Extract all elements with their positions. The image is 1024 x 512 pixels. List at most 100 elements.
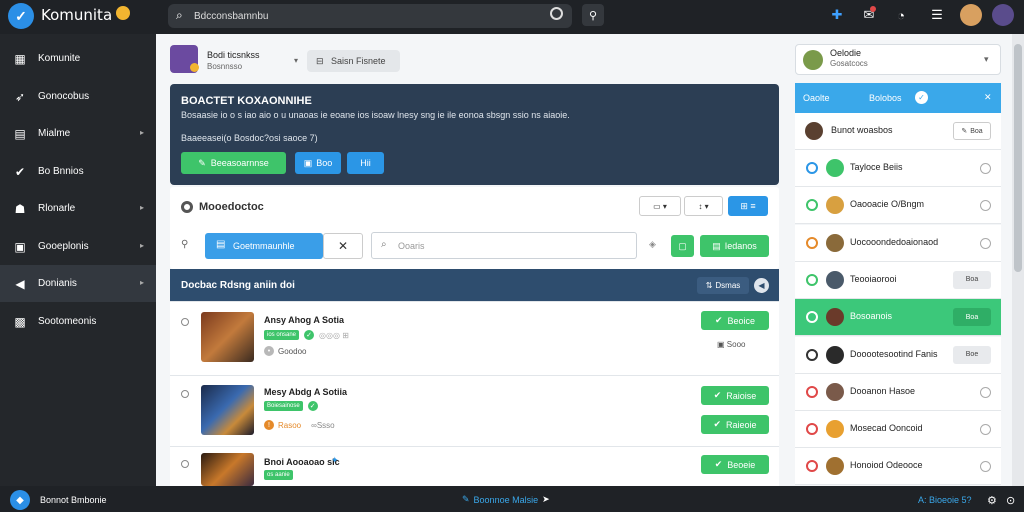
app-logo-icon[interactable]: ✓ [8,3,34,29]
row-title[interactable]: Bnoi Aooaoao sic [264,457,340,467]
row-title[interactable]: Mesy Abdg A Sotiia [264,387,347,397]
rating-icons: ◎◎◎ ⊞ [319,330,349,340]
filter-action-button[interactable]: ⊞ ≡ [728,196,768,216]
sort-button[interactable]: ↕ ▾ [684,196,723,216]
user-avatar[interactable] [960,4,982,26]
plus-icon: ▤ [712,240,721,251]
row-meta: ! Rasoo ∞ Ssso [264,420,335,430]
scrollbar-thumb[interactable] [1014,44,1022,272]
sidebar-item[interactable]: ▩ Sootomeonis [0,303,156,340]
right-list-item[interactable]: Oaooacie O/Bngm [795,187,1001,225]
right-item-radio[interactable] [980,163,991,174]
secondary-avatar[interactable] [992,4,1014,26]
row-action-button[interactable]: ✔ Beoeie [701,455,769,474]
list-sort-button[interactable]: ⇅ Dsmas [697,277,749,294]
right-list-item[interactable]: Honoiod Odeooce [795,448,1001,486]
user-switcher-name: Oelodie [830,48,862,58]
list-item[interactable] [170,375,779,446]
right-item-button[interactable]: ✎ Boa [953,122,991,140]
close-icon[interactable]: ✕ [984,92,992,103]
section-search-input[interactable]: Ooaris [371,232,637,259]
tag-icon[interactable]: ◈ [649,239,656,250]
right-item-label: Dooanon Hasoe [850,385,916,396]
file-icon: ▣ [303,157,313,168]
right-item-label: Honoiod Odeooce [850,460,923,471]
right-item-button[interactable]: Boa [953,270,991,289]
sidebar-item[interactable]: ▣ Gooeplonis ▸ [0,228,156,265]
row-title[interactable]: Ansy Ahog A Sotia [264,315,344,325]
bottom-right-label[interactable]: A: Bioeoie 5? [918,495,972,505]
edit-icon: ✎ [961,128,968,135]
chevron-down-icon[interactable]: ▾ [984,54,989,65]
puzzle-icon[interactable]: ✚ [828,6,846,24]
right-item-radio[interactable] [980,386,991,398]
sidebar-item[interactable]: ➶ Gonocobus [0,78,156,115]
hero-secondary-button[interactable]: ▣ Boo [295,152,341,174]
row-tags: ios onsane ✓ ◎◎◎ ⊞ [264,330,349,340]
add-button[interactable]: ▤ Iedanos [700,235,769,257]
sidebar-item[interactable]: ☗ Rlonarle ▸ [0,190,156,227]
row-action-button[interactable]: ✔ Raioise [701,386,769,405]
tab-right[interactable]: Bolobos [869,93,902,103]
row-action-label: Beoeie [727,459,756,470]
right-item-button[interactable]: Boa [953,308,991,327]
right-item-radio[interactable] [980,461,991,473]
list-icon[interactable]: ☰ [928,6,946,24]
grid-view-button[interactable]: ▢ [671,235,694,257]
sidebar-item[interactable]: ▦ Komunite [0,40,156,77]
right-list-item[interactable]: Mosecad Ooncoid [795,411,1001,449]
right-list-item[interactable]: Bunot woasbos ✎ Boa [795,113,1001,150]
settings-icon[interactable]: ⚙ [987,494,997,507]
row-radio[interactable] [181,318,189,326]
right-list-item[interactable]: Dooootesootind Fanis Boe [795,336,1001,374]
stack-icon: ▤ [14,127,26,141]
status-dot-icon [806,311,818,324]
right-list-item[interactable]: Uocooondedoaionaod [795,224,1001,262]
row-action-button[interactable]: ✔ Beoice [701,311,769,330]
row-radio[interactable] [181,390,189,398]
row-meta: • Goodoo [264,346,306,356]
check-icon: ✔ [14,164,26,179]
search-input[interactable]: Bdcconsbamnbu [168,4,572,28]
hero-primary-button[interactable]: ✎ Beeasoarnnse [181,152,286,174]
list-item[interactable] [170,301,779,375]
chat-icon[interactable]: ◔ [892,6,910,24]
right-list-item[interactable]: Teooiaorooi Boa [795,261,1001,299]
row-thumbnail[interactable] [201,312,254,362]
search-clear-icon[interactable] [550,7,563,20]
search-placeholder: Ooaris [398,240,425,251]
collapse-icon[interactable]: ◀ [754,278,769,293]
bottom-logo-icon[interactable]: ◆ [10,490,30,510]
sidebar-item[interactable]: ▤ Mialme ▸ [0,115,156,152]
row-thumbnail[interactable] [201,385,254,435]
right-item-radio[interactable] [980,237,991,249]
help-icon[interactable]: ⊙ [1006,494,1015,507]
right-item-button[interactable]: Boe [953,345,991,364]
bottom-center-link[interactable]: ✎ Boonnoe Malsie ➤ [462,494,550,505]
check-circle-icon: ✓ [915,91,928,104]
status-dot-icon [806,162,818,174]
user-switcher[interactable] [795,44,1001,75]
hero-tertiary-button[interactable]: Hii [347,152,384,174]
briefcase-icon: ▤ [216,239,226,250]
sidebar-item[interactable]: ✔ Bo Bnnios [0,153,156,190]
status-icon: • [264,346,274,356]
view-toggle-button[interactable]: ▭ ▾ [639,196,681,216]
row-secondary-action-button[interactable]: ✔ Raieoie [701,415,769,434]
clear-filter-button[interactable]: ✕ [323,233,363,259]
row-thumbnail[interactable] [201,453,254,486]
user-switcher-avatar [803,50,823,70]
right-item-radio[interactable] [980,424,991,436]
sidebar-item-label: Bo Bnnios [38,165,84,177]
tab-left[interactable]: Oaolte [803,93,830,103]
list-item[interactable] [170,446,779,486]
right-list-item[interactable]: Bosoanois Boa [795,299,1001,337]
chevron-right-icon: ▸ [139,128,144,137]
chevron-down-icon[interactable]: ▾ [294,56,298,65]
filter-button[interactable]: ⚲ [582,4,604,26]
right-item-radio[interactable] [980,200,991,212]
right-list-item[interactable]: Tayloce Beiis [795,150,1001,187]
row-radio[interactable] [181,460,189,468]
sidebar-item[interactable]: ◀ Donianis ▸ [0,265,156,302]
right-list-item[interactable]: Dooanon Hasoe [795,373,1001,411]
